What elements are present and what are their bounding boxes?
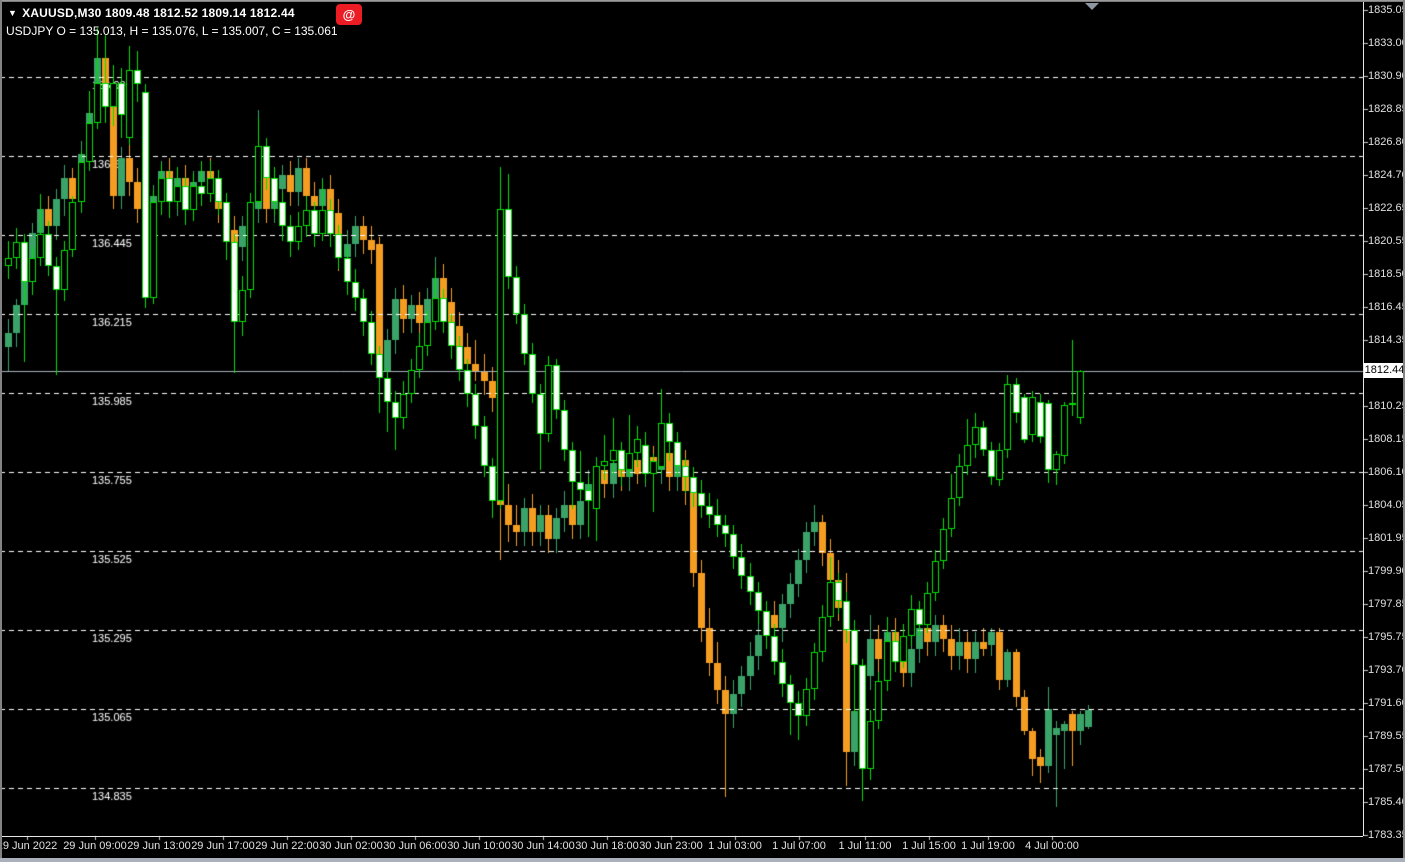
price-axis-label: 1820.55 <box>1368 235 1405 247</box>
price-axis-label: 1822.65 <box>1368 202 1405 214</box>
time-axis-label: 30 Jun 10:00 <box>447 840 511 852</box>
price-axis-label: 1791.60 <box>1368 697 1405 709</box>
price-axis-label: 1801.95 <box>1368 532 1405 544</box>
price-axis-label: 1797.85 <box>1368 598 1405 610</box>
price-axis-label: 1793.70 <box>1368 664 1405 676</box>
price-axis-label: 1783.35 <box>1368 829 1405 841</box>
time-axis-label: 30 Jun 02:00 <box>319 840 383 852</box>
price-axis-label: 1795.75 <box>1368 631 1405 643</box>
window-border-left <box>0 0 2 862</box>
price-axis-label: 1833.00 <box>1368 37 1405 49</box>
window-border-top <box>0 0 1405 2</box>
price-axis-separator <box>1363 2 1364 836</box>
price-axis-label: 1808.15 <box>1368 433 1405 445</box>
price-axis-label: 1816.45 <box>1368 301 1405 313</box>
at-button[interactable]: @ <box>336 4 362 25</box>
price-axis-label: 1818.50 <box>1368 268 1405 280</box>
time-axis-label: 1 Jul 07:00 <box>772 840 826 852</box>
overlay-ohlc-line: USDJPY O = 135.013, H = 135.076, L = 135… <box>6 24 338 38</box>
symbol-label: XAUUSD,M30 <box>22 6 102 20</box>
chart-shift-icon[interactable] <box>1085 3 1099 10</box>
chevron-down-icon[interactable]: ▼ <box>8 8 17 18</box>
time-axis-label: 30 Jun 23:00 <box>639 840 703 852</box>
price-axis-label: 1828.85 <box>1368 103 1405 115</box>
time-axis-label: 4 Jul 00:00 <box>1025 840 1079 852</box>
time-axis-label: 30 Jun 14:00 <box>511 840 575 852</box>
price-axis-label: 1814.35 <box>1368 334 1405 346</box>
time-axis-label: 1 Jul 03:00 <box>708 840 762 852</box>
price-axis-label: 1806.10 <box>1368 466 1405 478</box>
current-price-tag: 1812.44 <box>1364 363 1405 378</box>
price-axis-label: 1785.40 <box>1368 796 1405 808</box>
price-axis-label: 1804.05 <box>1368 499 1405 511</box>
price-axis-label: 1799.90 <box>1368 565 1405 577</box>
bar-ohlc-values: 1809.48 1812.52 1809.14 1812.44 <box>101 6 295 20</box>
symbol-ohlc-line: ▼ XAUUSD,M30 1809.48 1812.52 1809.14 1812… <box>8 6 295 20</box>
price-axis-label: 1789.55 <box>1368 730 1405 742</box>
price-axis-label: 1787.50 <box>1368 763 1405 775</box>
time-axis-label: 29 Jun 13:00 <box>127 840 191 852</box>
time-axis-label: 30 Jun 18:00 <box>575 840 639 852</box>
price-axis-label: 1826.80 <box>1368 136 1405 148</box>
time-axis-label: 29 Jun 22:00 <box>255 840 319 852</box>
time-axis-label: 1 Jul 11:00 <box>838 840 892 852</box>
time-axis-separator <box>0 836 1363 837</box>
time-axis-label: 30 Jun 06:00 <box>383 840 447 852</box>
mt4-chart-window: ▼ XAUUSD,M30 1809.48 1812.52 1809.14 1812… <box>0 0 1405 862</box>
price-axis-label: 1810.25 <box>1368 400 1405 412</box>
window-border-bottom <box>0 858 1405 862</box>
price-axis-label: 1830.90 <box>1368 70 1405 82</box>
time-axis-label: 1 Jul 19:00 <box>961 840 1015 852</box>
price-axis-label: 1824.70 <box>1368 169 1405 181</box>
candlestick-chart[interactable] <box>0 0 1405 862</box>
time-axis-label: 29 Jun 2022 <box>0 840 58 852</box>
price-axis-label: 1835.05 <box>1368 4 1405 16</box>
time-axis-label: 1 Jul 15:00 <box>902 840 956 852</box>
time-axis-label: 29 Jun 09:00 <box>63 840 127 852</box>
time-axis-label: 29 Jun 17:00 <box>191 840 255 852</box>
